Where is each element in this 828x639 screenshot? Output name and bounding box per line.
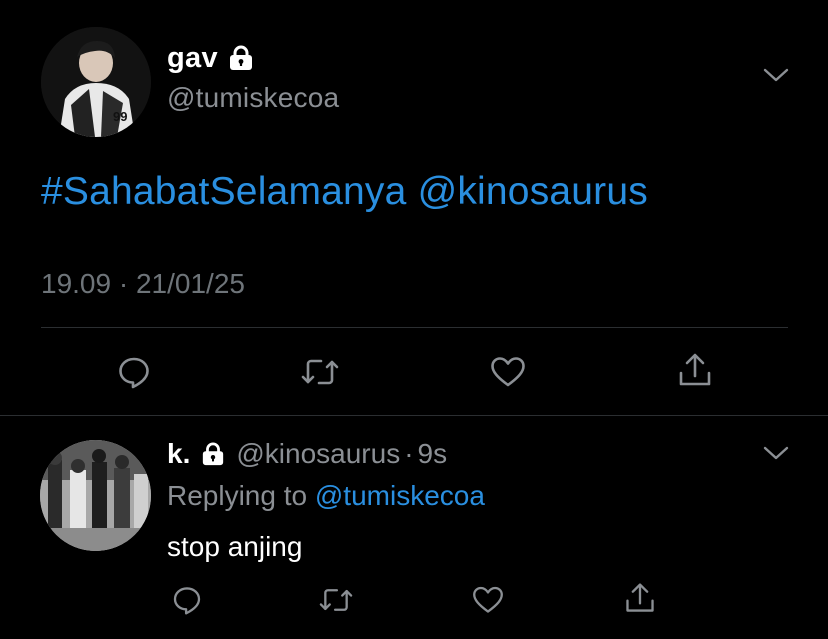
retweet-button[interactable] (314, 580, 358, 624)
reply-button[interactable] (112, 352, 156, 396)
like-button[interactable] (486, 352, 530, 396)
meta-separator: · (118, 268, 129, 299)
reply-button[interactable] (165, 580, 209, 624)
tweet-date: 21/01/25 (135, 268, 245, 299)
share-button[interactable] (673, 350, 717, 394)
author-name: gav (167, 42, 218, 74)
tweet-timestamp[interactable]: 19.09 · 21/01/25 (41, 268, 245, 300)
share-button[interactable] (618, 578, 662, 622)
reply-header: k. @kinosaurus · 9s (167, 438, 447, 470)
retweet-button[interactable] (298, 352, 342, 396)
author-handle[interactable]: @tumiskecoa (167, 82, 339, 114)
reply-author-name[interactable]: k. (167, 438, 190, 470)
chevron-down-icon[interactable] (762, 444, 790, 467)
share-icon (676, 351, 714, 394)
reply-author-handle[interactable]: @kinosaurus (236, 438, 400, 470)
author-name-row[interactable]: gav (167, 42, 255, 75)
divider (41, 327, 788, 328)
like-button[interactable] (466, 580, 510, 624)
reply-author-avatar[interactable] (40, 440, 151, 551)
reply-bubble-icon (116, 354, 152, 395)
replying-to-link[interactable]: @tumiskecoa (315, 480, 485, 511)
lock-icon (200, 442, 226, 466)
tweet-text: #SahabatSelamanya @kinosaurus (41, 170, 648, 214)
tweet-time: 19.09 (41, 268, 112, 299)
thread-divider (0, 415, 828, 416)
share-icon (623, 581, 657, 620)
chevron-down-icon[interactable] (762, 66, 790, 89)
reply-text: stop anjing (167, 531, 303, 562)
svg-text:99: 99 (113, 109, 127, 124)
mention-link[interactable]: @kinosaurus (418, 170, 648, 213)
retweet-icon (318, 584, 354, 621)
heart-icon (471, 584, 505, 621)
reply-bubble-icon (171, 584, 203, 621)
replying-to: Replying to @tumiskecoa (167, 480, 485, 512)
heart-icon (489, 354, 527, 395)
retweet-icon (300, 354, 340, 395)
replying-prefix: Replying to (167, 480, 308, 511)
lock-icon (227, 45, 255, 71)
reply-separator: · (404, 438, 414, 469)
author-avatar[interactable]: 99 (41, 27, 151, 137)
hashtag-link[interactable]: #SahabatSelamanya (41, 170, 407, 213)
reply-age[interactable]: 9s (418, 438, 448, 470)
